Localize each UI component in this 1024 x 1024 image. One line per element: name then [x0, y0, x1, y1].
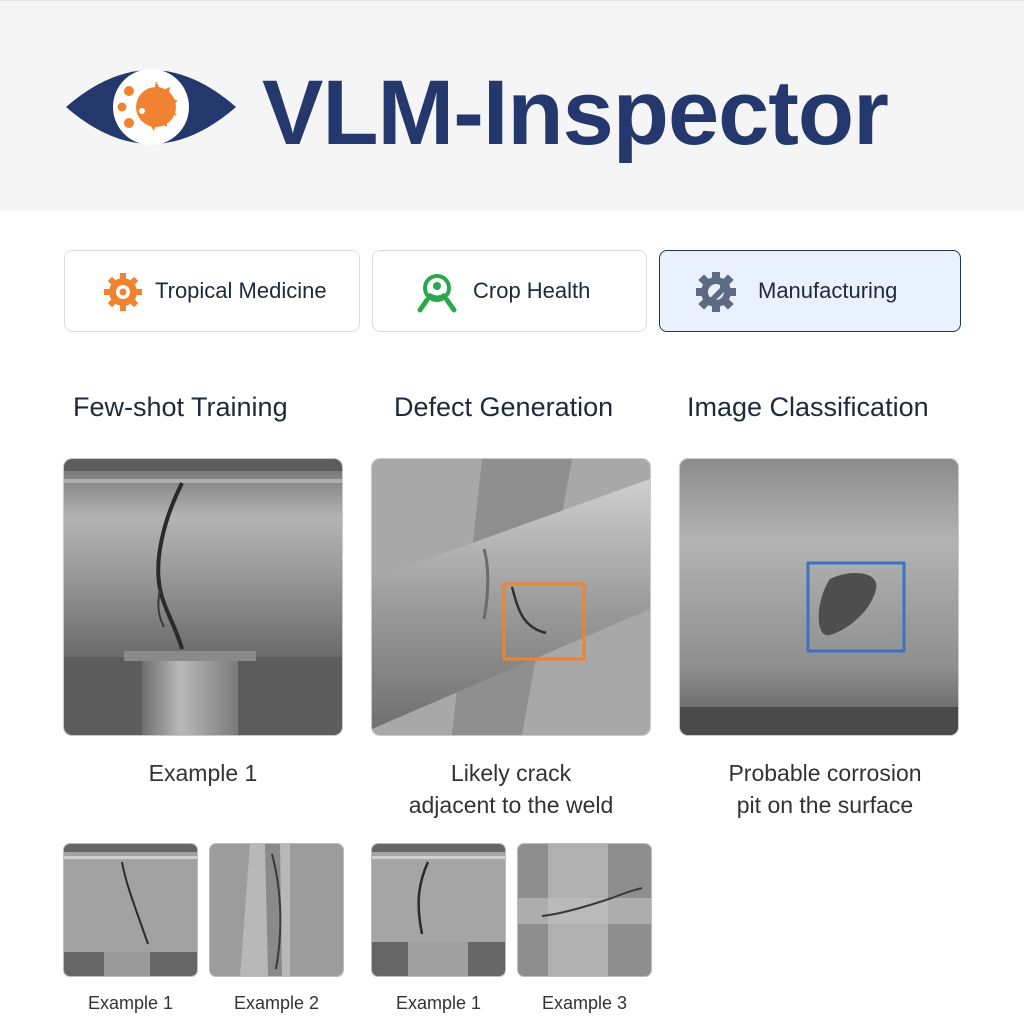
image-classification-caption: Probable corrosion pit on the surface	[686, 757, 964, 821]
thumbnail-image[interactable]	[518, 844, 651, 976]
caption-line: Probable corrosion	[728, 760, 922, 786]
gear-wrench-icon	[696, 272, 736, 312]
section-title-image-classification: Image Classification	[687, 392, 929, 422]
thumbnail-image[interactable]	[210, 844, 343, 976]
thumbnail-image[interactable]	[372, 844, 505, 976]
few-shot-caption: Example 1	[148, 760, 258, 786]
tab-label: Crop Health	[473, 278, 591, 303]
caption-line: pit on the surface	[736, 792, 914, 818]
eye-logo-icon	[66, 69, 236, 145]
image-classification-image[interactable]	[680, 459, 958, 735]
header-banner: VLM-Inspector	[0, 0, 1024, 211]
defect-generation-image[interactable]	[372, 459, 650, 735]
caption-line: adjacent to the weld	[408, 792, 614, 818]
tab-label: Manufacturing	[758, 278, 898, 303]
green-magnifier-icon	[417, 274, 457, 313]
thumbnail-label: Example 1	[87, 993, 174, 1013]
few-shot-example-image[interactable]	[64, 459, 342, 735]
thumbnail-label: Example 3	[541, 993, 628, 1013]
thumbnail-image[interactable]	[64, 844, 197, 976]
tab-crop-health[interactable]: Crop Health	[372, 250, 647, 332]
caption-line: Likely crack	[450, 760, 572, 786]
section-title-few-shot: Few-shot Training	[73, 392, 288, 422]
tab-tropical-medicine[interactable]: Tropical Medicine	[64, 250, 360, 332]
section-title-defect-generation: Defect Generation	[394, 392, 614, 422]
app-title: VLM-Inspector	[262, 62, 889, 164]
tab-manufacturing[interactable]: Manufacturing	[659, 250, 961, 332]
tab-label: Tropical Medicine	[155, 278, 327, 303]
thumbnail-label: Example 2	[233, 993, 320, 1013]
orange-gear-bug-icon	[104, 273, 142, 311]
defect-generation-caption: Likely crack adjacent to the weld	[372, 757, 650, 821]
thumbnail-label: Example 1	[395, 993, 482, 1013]
